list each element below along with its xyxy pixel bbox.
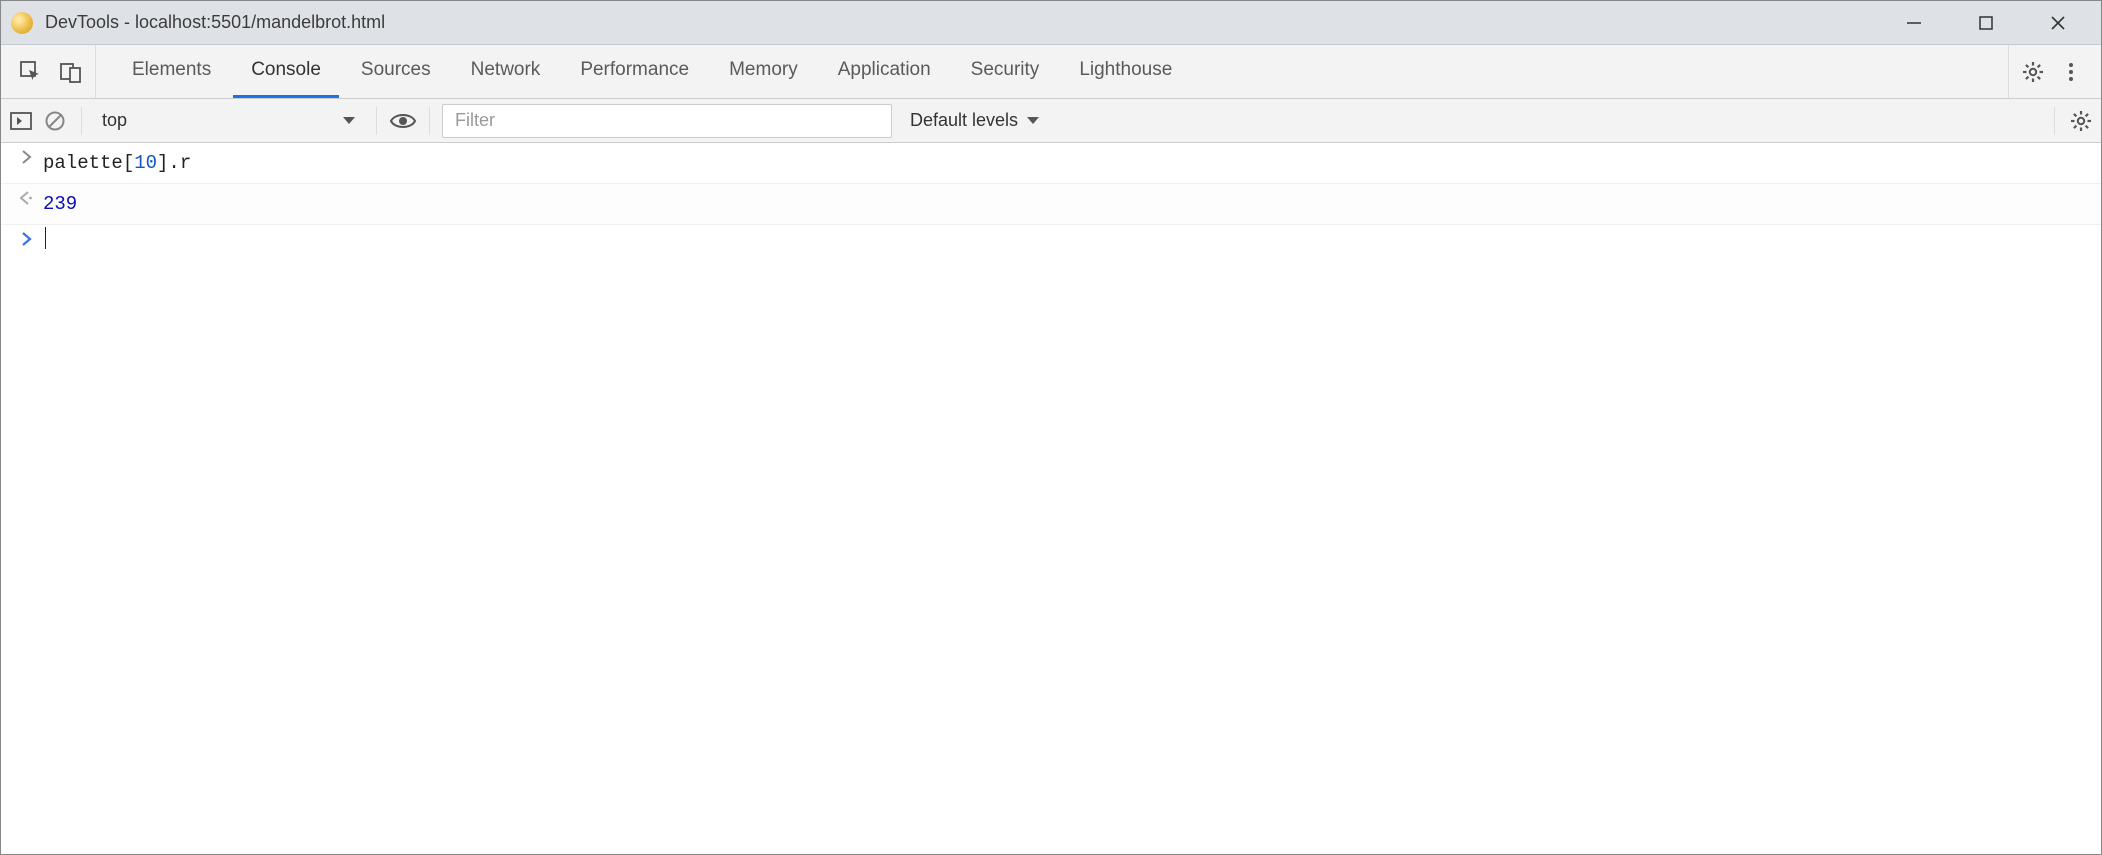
levels-label: Default levels [910, 110, 1018, 131]
input-chevron-icon [15, 145, 37, 164]
live-expression-eye-icon[interactable] [389, 107, 417, 135]
tab-label: Security [971, 59, 1040, 81]
toggle-sidebar-icon[interactable] [7, 107, 35, 135]
output-chevron-icon [15, 186, 37, 205]
tab-label: Console [251, 59, 321, 81]
console-result-row: 239 [1, 184, 2101, 225]
device-toolbar-icon[interactable] [57, 58, 85, 86]
tab-performance[interactable]: Performance [562, 45, 707, 98]
tab-lighthouse[interactable]: Lighthouse [1061, 45, 1190, 98]
prompt-chevron-icon [15, 227, 37, 246]
tab-network[interactable]: Network [453, 45, 559, 98]
execution-context-selector[interactable]: top [94, 108, 364, 133]
tab-memory[interactable]: Memory [711, 45, 816, 98]
devtools-tabbar: Elements Console Sources Network Perform… [1, 45, 2101, 99]
tab-label: Sources [361, 59, 431, 81]
settings-gear-icon[interactable] [2019, 58, 2047, 86]
tab-label: Network [471, 59, 541, 81]
window-titlebar: DevTools - localhost:5501/mandelbrot.htm… [1, 1, 2101, 45]
dropdown-triangle-icon [342, 116, 356, 126]
console-output-area[interactable]: palette[10].r 239 [1, 143, 2101, 251]
minimize-button[interactable] [1899, 8, 1929, 38]
console-input[interactable] [37, 227, 46, 249]
tab-label: Elements [132, 59, 211, 81]
tab-label: Application [838, 59, 931, 81]
maximize-button[interactable] [1971, 8, 2001, 38]
close-button[interactable] [2043, 8, 2073, 38]
tab-sources[interactable]: Sources [343, 45, 449, 98]
tab-console[interactable]: Console [233, 45, 339, 98]
inspect-element-icon[interactable] [17, 58, 45, 86]
tab-label: Performance [580, 59, 689, 81]
console-settings-gear-icon[interactable] [2067, 107, 2095, 135]
console-entered-expression: palette[10].r [37, 145, 191, 181]
kebab-menu-icon[interactable] [2057, 58, 2085, 86]
filter-input[interactable] [442, 104, 892, 138]
window-title: DevTools - localhost:5501/mandelbrot.htm… [45, 12, 1899, 33]
text-caret [45, 227, 46, 249]
log-levels-selector[interactable]: Default levels [898, 110, 1052, 131]
tab-security[interactable]: Security [953, 45, 1058, 98]
clear-console-icon[interactable] [41, 107, 69, 135]
tab-elements[interactable]: Elements [114, 45, 229, 98]
dropdown-triangle-icon [1026, 116, 1040, 126]
window-controls [1899, 8, 2091, 38]
console-input-row: palette[10].r [1, 143, 2101, 184]
tab-label: Memory [729, 59, 798, 81]
console-toolbar: top Default levels [1, 99, 2101, 143]
console-prompt-row[interactable] [1, 225, 2101, 251]
tab-label: Lighthouse [1079, 59, 1172, 81]
console-result-value: 239 [37, 186, 77, 222]
context-label: top [102, 110, 127, 131]
tab-application[interactable]: Application [820, 45, 949, 98]
tab-list: Elements Console Sources Network Perform… [96, 45, 1190, 98]
devtools-app-icon [11, 12, 33, 34]
